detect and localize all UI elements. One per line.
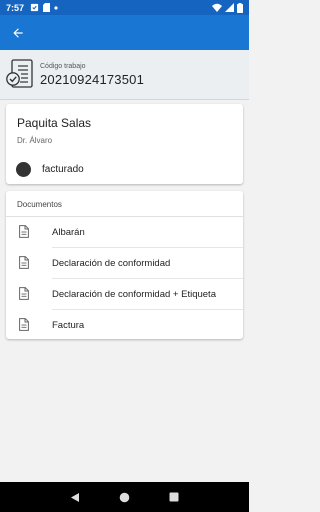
document-label: Declaración de conformidad + Etiqueta <box>52 288 216 300</box>
back-button[interactable] <box>9 24 27 42</box>
document-item-declaracion-etiqueta[interactable]: Declaración de conformidad + Etiqueta <box>6 279 243 309</box>
notification-icon <box>30 3 39 12</box>
nav-back-button[interactable] <box>67 489 83 505</box>
battery-icon <box>237 2 243 13</box>
status-time: 7:57 <box>6 2 25 13</box>
circle-home-icon <box>119 492 130 502</box>
client-card: Paquita Salas Dr. Álvaro facturado <box>6 104 243 184</box>
file-icon <box>19 287 29 300</box>
status-indicator <box>16 162 31 177</box>
status-label: facturado <box>42 164 84 175</box>
work-code-value: 20210924173501 <box>40 71 145 87</box>
document-label: Albarán <box>52 226 85 238</box>
client-subtitle: Dr. Álvaro <box>17 136 53 145</box>
app-bar <box>0 15 249 50</box>
client-name: Paquita Salas <box>17 116 92 130</box>
work-code-header: Código trabajo 20210924173501 <box>0 50 249 100</box>
system-nav-bar <box>0 482 249 512</box>
work-code-label: Código trabajo <box>40 62 86 70</box>
arrow-back-icon <box>13 27 23 38</box>
nav-home-button[interactable] <box>116 489 132 505</box>
document-item-declaracion[interactable]: Declaración de conformidad <box>6 248 243 278</box>
document-item-factura[interactable]: Factura <box>6 310 243 340</box>
signal-icon <box>225 3 234 12</box>
triangle-back-icon <box>70 492 79 502</box>
document-label: Factura <box>52 319 85 331</box>
square-recents-icon <box>169 492 179 502</box>
dot-icon <box>54 5 58 10</box>
sd-card-icon <box>43 3 51 12</box>
wifi-icon <box>212 3 222 12</box>
document-item-albaran[interactable]: Albarán <box>6 217 243 247</box>
status-row: facturado <box>16 162 84 177</box>
documents-card: Documentos Albarán Declaración de confor… <box>6 191 243 339</box>
documents-title: Documentos <box>17 200 62 209</box>
document-check-icon <box>6 58 33 88</box>
status-bar: 7:57 <box>0 0 249 15</box>
file-icon <box>19 256 29 269</box>
nav-recents-button[interactable] <box>166 489 182 505</box>
document-label: Declaración de conformidad <box>52 257 171 269</box>
file-icon <box>19 318 29 331</box>
file-icon <box>19 225 29 238</box>
